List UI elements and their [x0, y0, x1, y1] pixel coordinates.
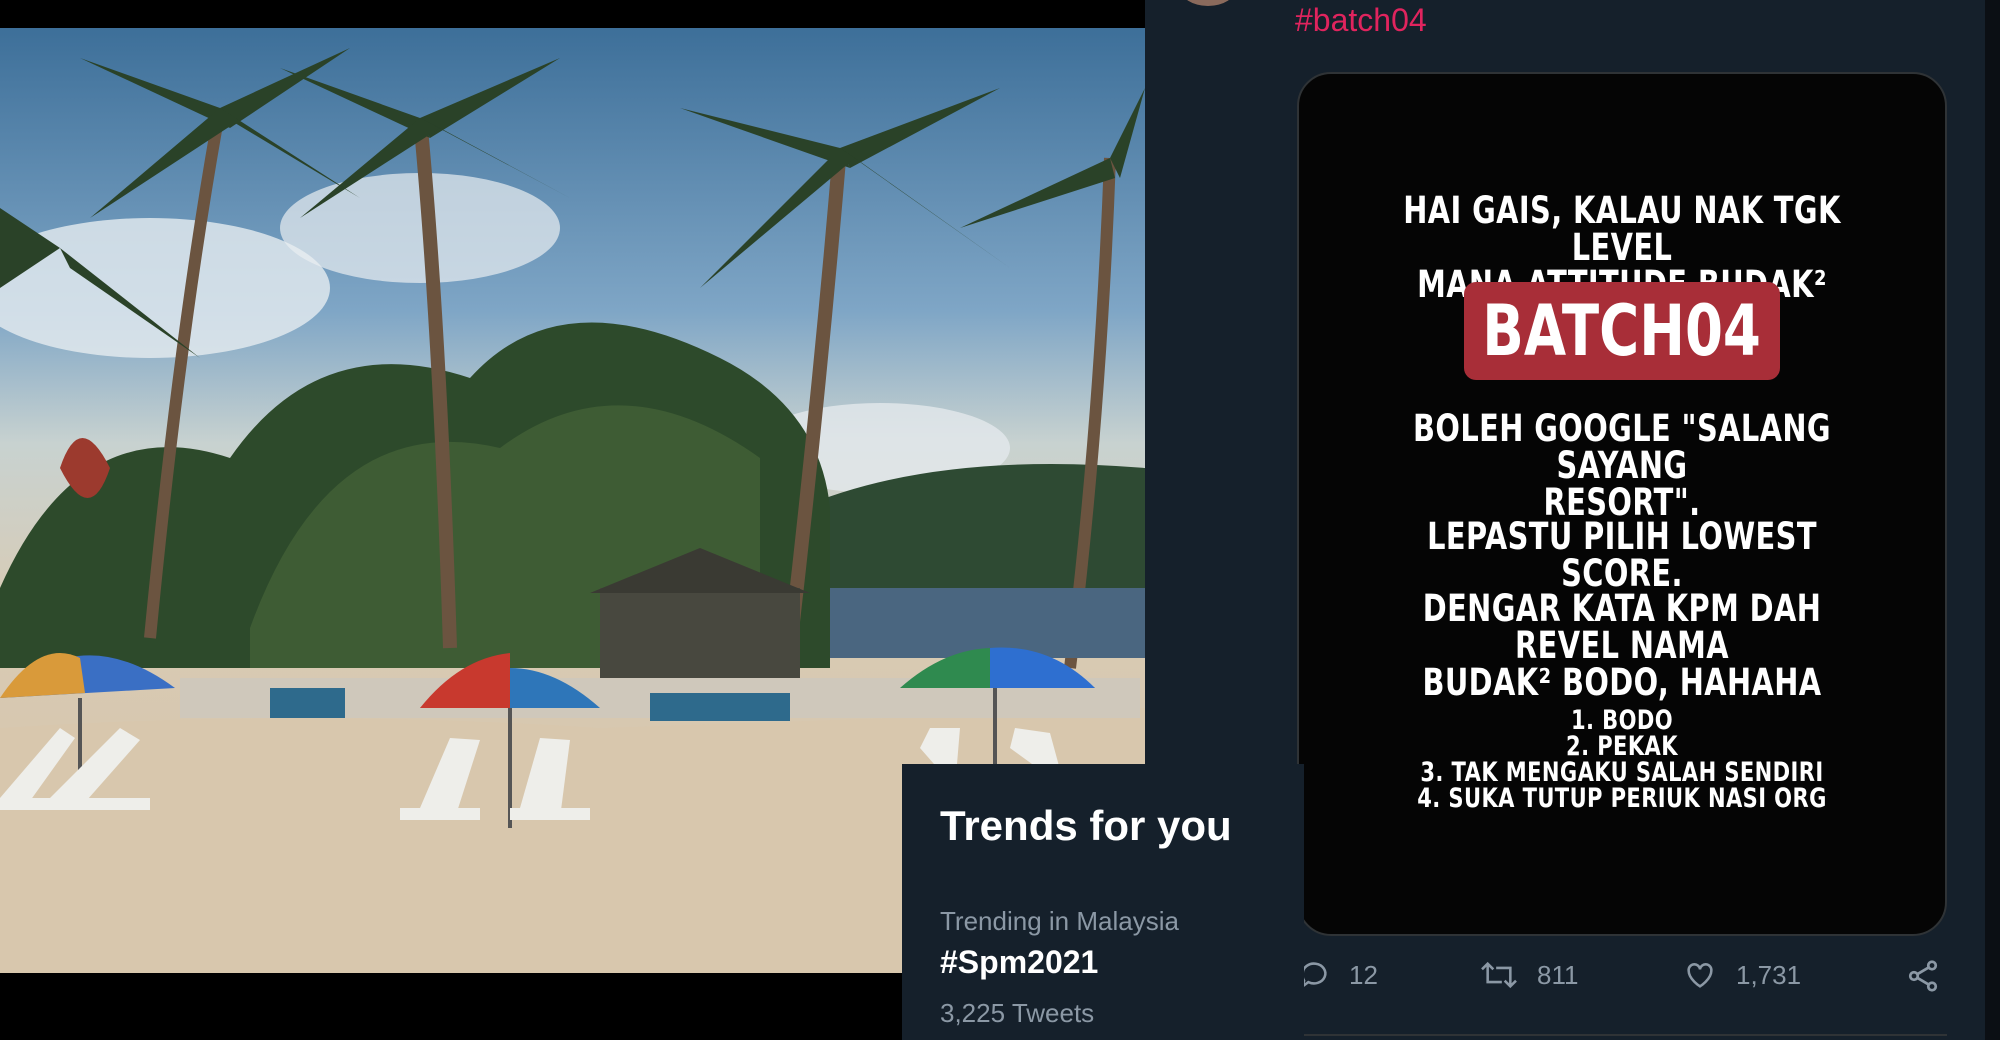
- reply-button[interactable]: 12: [1297, 958, 1378, 992]
- retweet-icon: [1481, 961, 1517, 989]
- trends-card: Trends for you Trending in Malaysia #Spm…: [902, 764, 1304, 1040]
- trend-item-spm2021[interactable]: #Spm2021: [940, 944, 1098, 981]
- retweet-count: 811: [1537, 959, 1579, 990]
- like-icon: [1687, 963, 1713, 988]
- retweet-button[interactable]: 811: [1479, 958, 1578, 992]
- tweet-divider: [1297, 1034, 1947, 1036]
- batch-badge: BATCH04: [1464, 282, 1780, 380]
- image-text-lowest: LEPASTU PILIH LOWEST SCORE.: [1427, 515, 1817, 595]
- trend-context: Trending in Malaysia: [940, 906, 1179, 936]
- scrollbar-track[interactable]: [1985, 0, 2000, 1040]
- image-text-list: 1. BODO 2. PEKAK 3. TAK MENGAKU SALAH SE…: [1417, 705, 1827, 814]
- tweet-media-image[interactable]: HAI GAIS, KALAU NAK TGK LEVEL MANA ATTIT…: [1297, 72, 1947, 936]
- share-icon: [1908, 960, 1938, 992]
- hashtag-link[interactable]: #batch04: [1295, 0, 1427, 40]
- tweet-actions: 12 811 1,731: [1297, 958, 1947, 1008]
- trends-title: Trends for you: [940, 802, 1232, 849]
- reply-count: 12: [1349, 959, 1378, 990]
- image-text-google: BOLEH GOOGLE "SALANG SAYANG RESORT".: [1413, 407, 1831, 524]
- share-button[interactable]: [1904, 958, 1960, 994]
- like-button[interactable]: 1,731: [1682, 958, 1801, 992]
- batch-badge-wrap: BATCH04: [1299, 282, 1945, 380]
- trend-tweet-count: 3,225 Tweets: [940, 998, 1095, 1028]
- image-text-kpm: DENGAR KATA KPM DAH REVEL NAMA BUDAK² BO…: [1422, 587, 1822, 704]
- like-count: 1,731: [1736, 959, 1802, 990]
